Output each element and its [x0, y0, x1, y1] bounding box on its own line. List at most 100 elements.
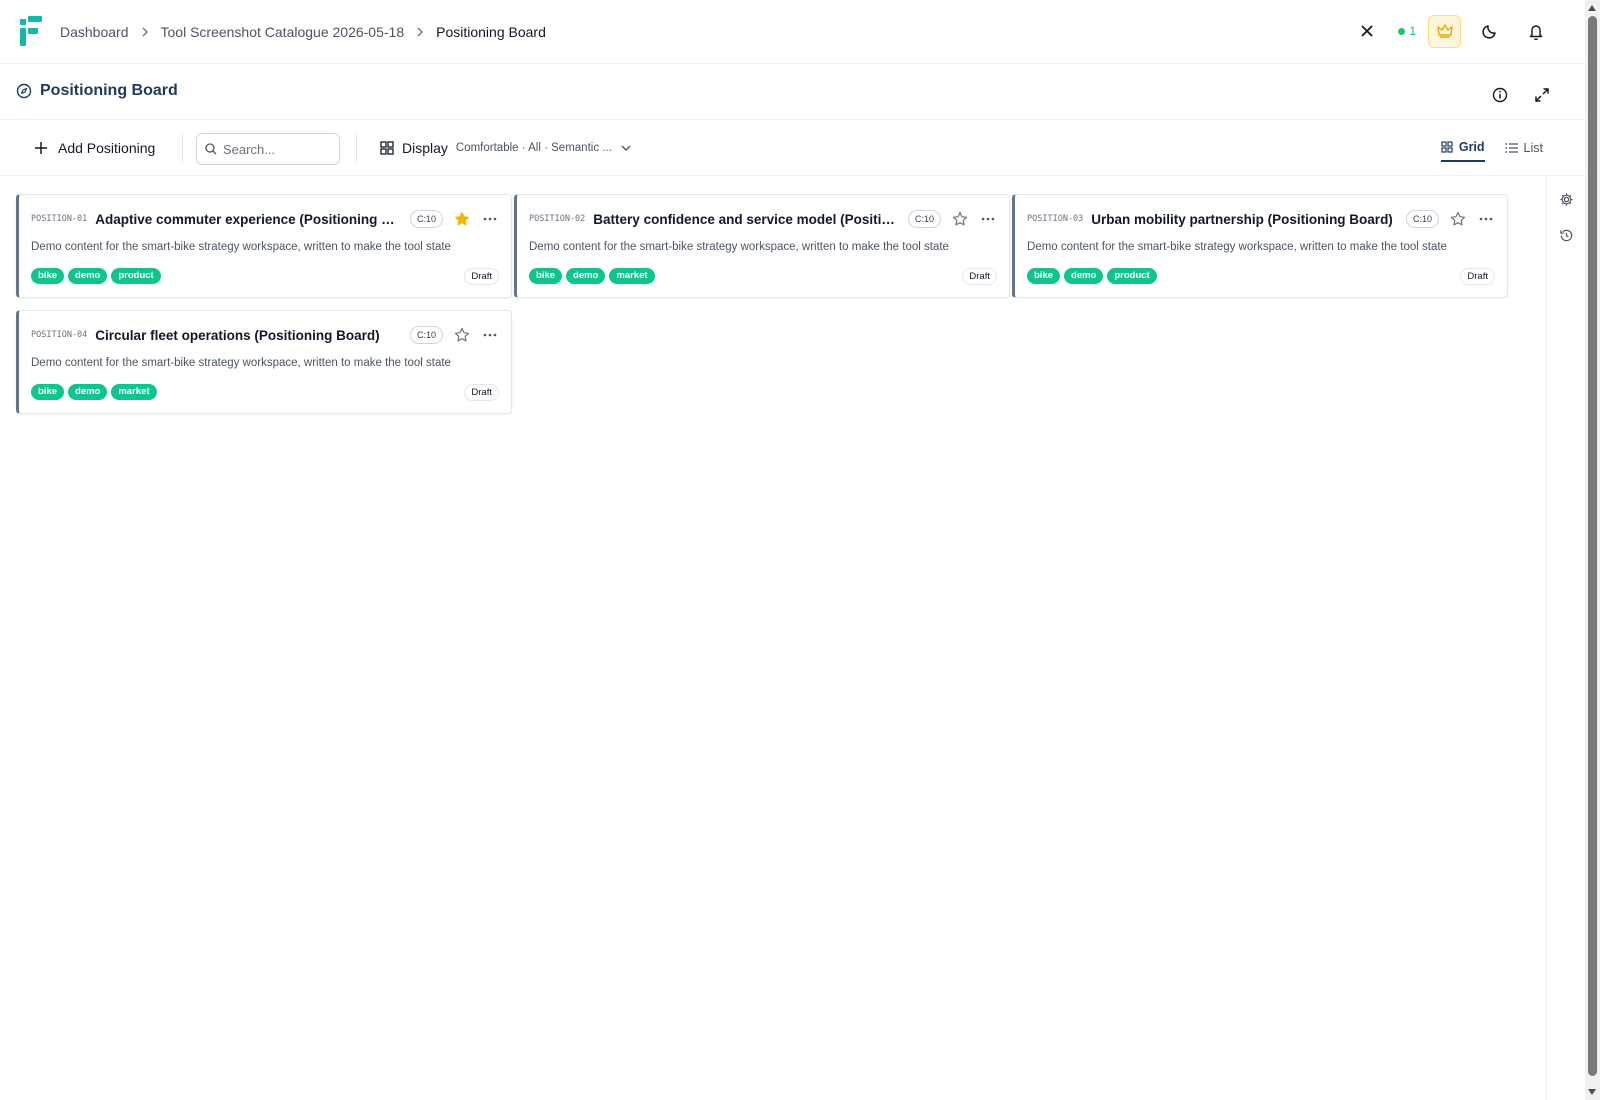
- info-icon: [1492, 87, 1508, 103]
- toolbar-divider: [182, 134, 183, 162]
- card-header: POSITION-03 Urban mobility partnership (…: [1027, 209, 1495, 229]
- positioning-card[interactable]: POSITION-02 Battery confidence and servi…: [514, 194, 1010, 298]
- breadcrumb-current: Positioning Board: [436, 24, 546, 40]
- theme-toggle-button[interactable]: [1473, 14, 1507, 48]
- tag[interactable]: demo: [566, 268, 606, 284]
- card-code: POSITION-03: [1027, 214, 1084, 224]
- scroll-down-arrow-icon[interactable]: [1588, 1089, 1596, 1095]
- tag[interactable]: bike: [31, 268, 65, 284]
- card-title[interactable]: Urban mobility partnership (Positioning …: [1091, 212, 1398, 227]
- tag[interactable]: demo: [68, 268, 108, 284]
- card-code: POSITION-04: [31, 330, 88, 340]
- page-header: Positioning Board: [0, 64, 1585, 120]
- app-logo[interactable]: [20, 16, 42, 46]
- card-menu-button[interactable]: [979, 210, 997, 228]
- status-badge: Draft: [464, 268, 499, 285]
- breadcrumb-dashboard[interactable]: Dashboard: [60, 24, 129, 40]
- more-horizontal-icon: [1479, 217, 1493, 221]
- card-tags: bike demo market: [31, 384, 157, 400]
- card-header: POSITION-04 Circular fleet operations (P…: [31, 325, 499, 345]
- tag[interactable]: bike: [1027, 268, 1061, 284]
- tag[interactable]: market: [111, 384, 157, 400]
- card-menu-button[interactable]: [481, 210, 499, 228]
- tag[interactable]: product: [111, 268, 161, 284]
- page-title: Positioning Board: [40, 82, 178, 99]
- view-list-button[interactable]: List: [1504, 134, 1543, 162]
- scroll-up-arrow-icon[interactable]: [1588, 5, 1596, 11]
- premium-button[interactable]: [1428, 14, 1461, 48]
- right-rail: [1546, 176, 1585, 1100]
- comment-count-chip: C:10: [907, 210, 941, 228]
- notifications-button[interactable]: [1519, 14, 1553, 48]
- tag[interactable]: bike: [529, 268, 563, 284]
- settings-button[interactable]: [1555, 188, 1577, 210]
- comment-count-chip: C:10: [409, 326, 443, 344]
- presence-count: 1: [1409, 24, 1416, 38]
- tag[interactable]: bike: [31, 384, 65, 400]
- page-scrollbar[interactable]: [1585, 0, 1600, 1100]
- comment-count-chip: C:10: [1405, 210, 1439, 228]
- favorite-button[interactable]: [1449, 210, 1467, 228]
- card-menu-button[interactable]: [481, 326, 499, 344]
- tag[interactable]: demo: [1064, 268, 1104, 284]
- more-horizontal-icon: [981, 217, 995, 221]
- card-description: Demo content for the smart-bike strategy…: [31, 241, 451, 253]
- display-label: Display: [402, 140, 448, 156]
- view-grid-button[interactable]: Grid: [1440, 134, 1485, 162]
- tag[interactable]: demo: [68, 384, 108, 400]
- history-button[interactable]: [1555, 224, 1577, 246]
- status-badge: Draft: [962, 268, 997, 285]
- card-header: POSITION-02 Battery confidence and servi…: [529, 209, 997, 229]
- history-icon: [1559, 229, 1572, 241]
- breadcrumb-catalogue[interactable]: Tool Screenshot Catalogue 2026-05-18: [161, 24, 405, 40]
- status-badge: Draft: [464, 384, 499, 401]
- card-code: POSITION-01: [31, 214, 88, 224]
- tag[interactable]: market: [609, 268, 655, 284]
- toolbar-divider: [356, 134, 357, 162]
- page-title-wrap: Positioning Board: [16, 82, 178, 100]
- moon-icon: [1482, 25, 1496, 39]
- compass-icon: [16, 83, 32, 99]
- chevron-down-icon: [621, 145, 631, 151]
- view-toggle: Grid List: [1440, 134, 1543, 162]
- favorite-button[interactable]: [951, 210, 969, 228]
- more-horizontal-icon: [483, 333, 497, 337]
- card-tags: bike demo product: [1027, 268, 1157, 284]
- card-title[interactable]: Battery confidence and service model (Po…: [593, 212, 900, 227]
- online-presence[interactable]: 1: [1398, 24, 1416, 38]
- close-button[interactable]: [1350, 14, 1384, 48]
- search-input[interactable]: [223, 141, 333, 157]
- positioning-card[interactable]: POSITION-03 Urban mobility partnership (…: [1012, 194, 1508, 298]
- scroll-thumb[interactable]: [1588, 16, 1597, 1076]
- status-badge: Draft: [1460, 268, 1495, 285]
- star-outline-icon: [454, 327, 470, 342]
- tag[interactable]: product: [1107, 268, 1157, 284]
- star-outline-icon: [1450, 211, 1466, 226]
- crown-icon: [1436, 24, 1453, 38]
- add-positioning-label: Add Positioning: [58, 140, 156, 156]
- positioning-card[interactable]: POSITION-04 Circular fleet operations (P…: [16, 310, 512, 414]
- display-options-button[interactable]: Display Comfortable · All · Semantic ...: [380, 132, 632, 164]
- gear-icon: [1559, 192, 1573, 206]
- card-menu-button[interactable]: [1477, 210, 1495, 228]
- top-actions: 1: [1350, 14, 1585, 48]
- favorite-button[interactable]: [453, 210, 471, 228]
- card-title[interactable]: Circular fleet operations (Positioning B…: [95, 328, 402, 343]
- fullscreen-button[interactable]: [1525, 78, 1559, 112]
- plus-icon: [35, 142, 47, 154]
- card-header: POSITION-01 Adaptive commuter experience…: [31, 209, 499, 229]
- page-header-actions: [1483, 78, 1559, 112]
- toolbar: Add Positioning Display Comfortable · Al…: [0, 120, 1585, 176]
- card-title[interactable]: Adaptive commuter experience (Positionin…: [95, 212, 402, 227]
- star-filled-icon: [455, 212, 469, 226]
- bell-icon: [1529, 24, 1543, 40]
- info-button[interactable]: [1483, 78, 1517, 112]
- search-box[interactable]: [196, 133, 340, 165]
- card-tags: bike demo product: [31, 268, 161, 284]
- list-icon: [1504, 143, 1518, 153]
- card-tags: bike demo market: [529, 268, 655, 284]
- add-positioning-button[interactable]: Add Positioning: [26, 132, 163, 164]
- close-icon: [1361, 25, 1373, 37]
- favorite-button[interactable]: [453, 326, 471, 344]
- positioning-card[interactable]: POSITION-01 Adaptive commuter experience…: [16, 194, 512, 298]
